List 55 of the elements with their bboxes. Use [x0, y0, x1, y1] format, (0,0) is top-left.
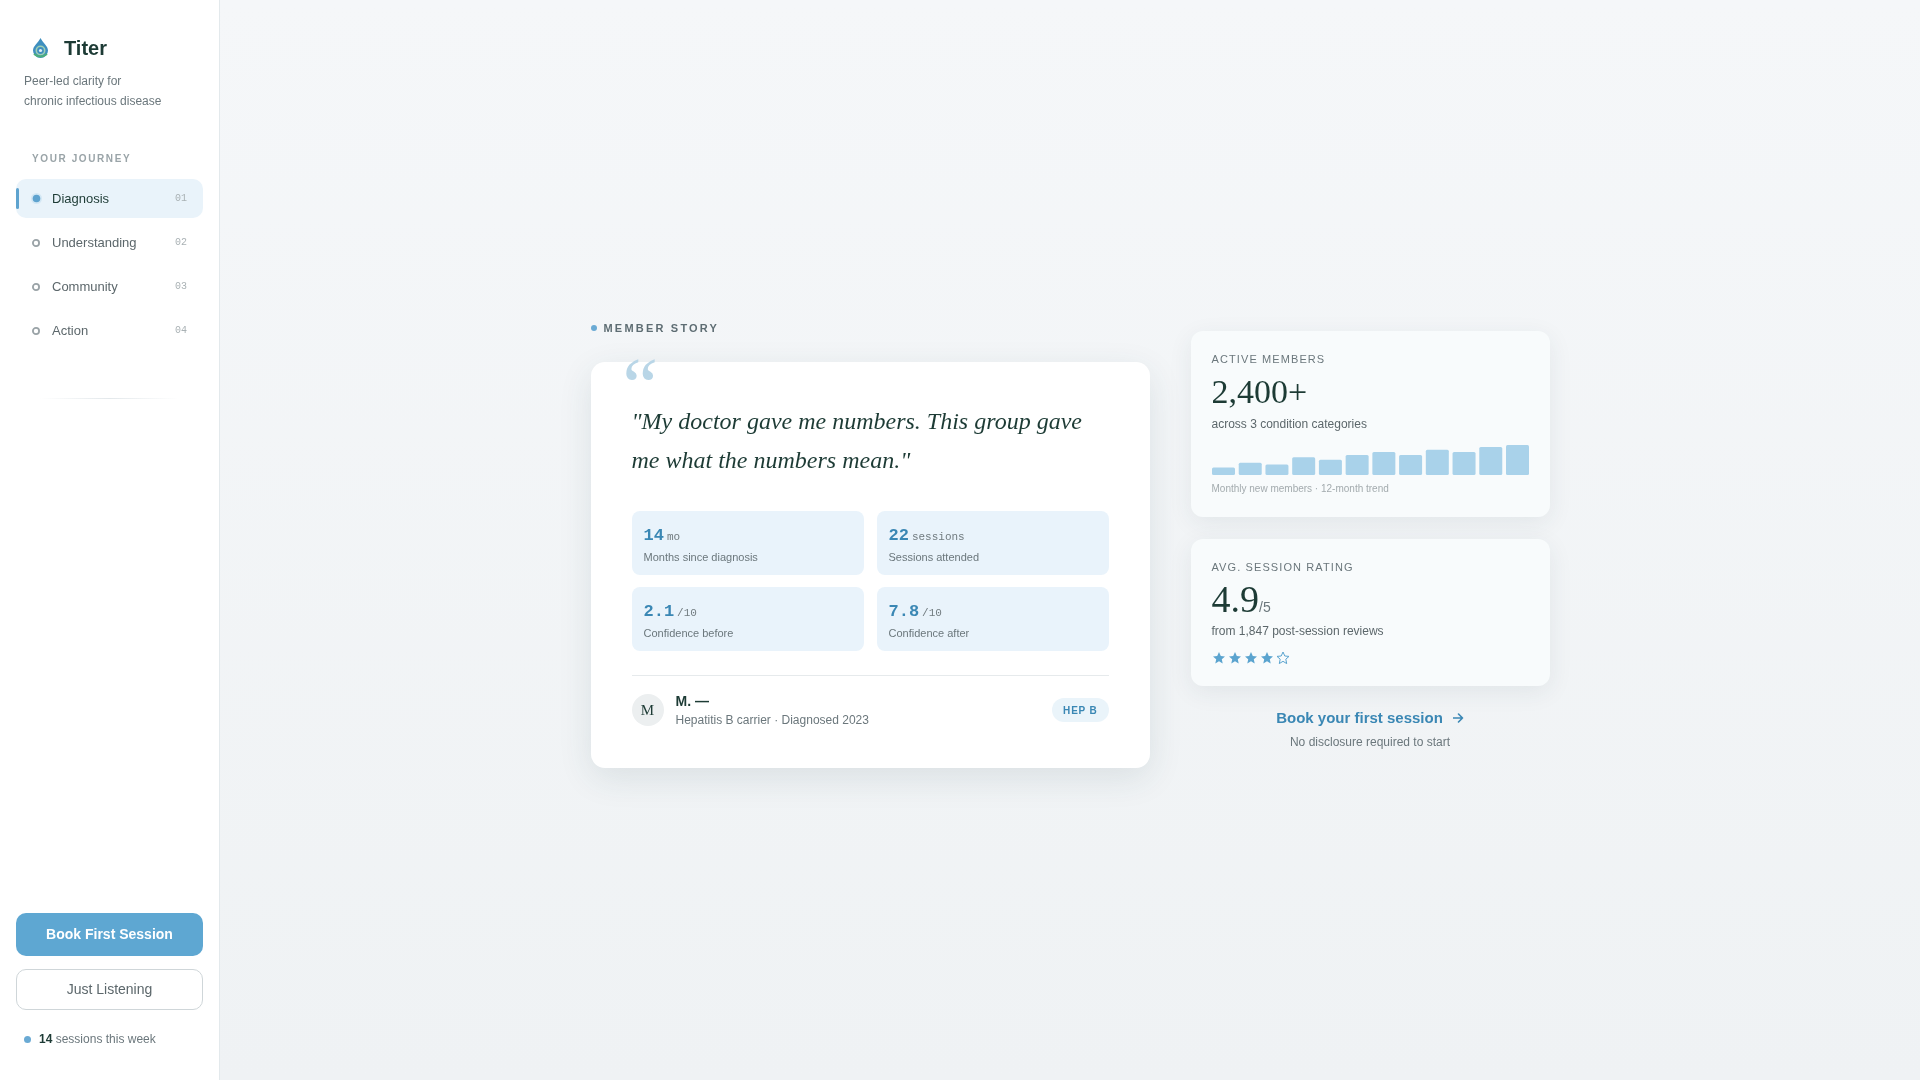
stat-unit: /10	[922, 605, 942, 621]
chart-caption: Monthly new members · 12-month trend	[1211, 483, 1389, 495]
dot-icon	[30, 193, 42, 204]
stat-caption: Confidence before	[643, 626, 734, 640]
nav-item[interactable]: Diagnosis 01	[16, 179, 203, 218]
stat-value: 14	[643, 524, 664, 546]
stat-caption: Sessions attended	[888, 550, 979, 564]
stat-value: 2.1	[643, 600, 675, 622]
stat-value: 22	[888, 524, 909, 546]
avatar: M	[631, 694, 664, 726]
status-dot-icon	[24, 1035, 31, 1043]
stat-caption: Months since diagnosis	[643, 550, 758, 564]
dot-icon	[590, 325, 597, 331]
step-number: 01	[175, 192, 187, 206]
stat-unit: mo	[666, 529, 681, 545]
stat-unit: /10	[677, 605, 697, 621]
star-outline-icon	[1275, 651, 1290, 665]
book-session-link[interactable]: Book your first session	[1276, 709, 1464, 727]
star-icon	[1211, 651, 1226, 665]
metric-value: 2,400+	[1211, 372, 1308, 412]
stat-caption: Confidence after	[888, 626, 970, 640]
section-heading: YOUR JOURNEY	[32, 153, 132, 165]
ring-icon	[32, 282, 40, 291]
metric-value: 4.9	[1211, 579, 1259, 619]
step-number: 03	[175, 280, 187, 294]
tagline: Peer-led clarity for chronic infectious disease	[24, 73, 162, 110]
nav-item[interactable]: Understanding 02	[16, 223, 203, 262]
nav-item[interactable]: Action 04	[16, 311, 203, 350]
section-label: MEMBER STORY	[603, 321, 720, 335]
star-icon	[1259, 651, 1274, 665]
metric-label: AVG. SESSION RATING	[1211, 560, 1354, 574]
author-detail: Hepatitis B carrier · Diagnosed 2023	[675, 712, 869, 728]
secondary-button[interactable]: Just Listening	[16, 969, 203, 1010]
nav-item[interactable]: Community 03	[16, 267, 203, 306]
metric-label: ACTIVE MEMBERS	[1211, 352, 1326, 366]
quote-mark: “	[622, 345, 658, 388]
brand-name: Titer	[64, 37, 107, 59]
arrow-right-icon	[1452, 713, 1464, 723]
droplet-icon	[32, 38, 49, 58]
ring-icon	[32, 238, 40, 247]
quote-text: "My doctor gave me numbers. This group gave me what the numbers mean."	[631, 406, 1083, 475]
stat-unit: sessions	[911, 529, 965, 545]
metric-caption: across 3 condition categories	[1211, 416, 1367, 432]
metric-caption: from 1,847 post-session reviews	[1211, 623, 1384, 639]
star-icon	[1227, 651, 1242, 665]
condition-tag: HEP B	[1052, 698, 1109, 722]
stat-value: 7.8	[888, 600, 920, 622]
step-number: 04	[175, 324, 187, 338]
star-icon	[1243, 651, 1258, 665]
metric-unit: /5	[1259, 599, 1271, 617]
activity-text: 14 sessions this week	[39, 1031, 156, 1047]
ring-icon	[32, 326, 40, 335]
author-name: M. —	[675, 692, 709, 710]
step-number: 02	[175, 236, 187, 250]
cta-note: No disclosure required to start	[1289, 735, 1451, 749]
